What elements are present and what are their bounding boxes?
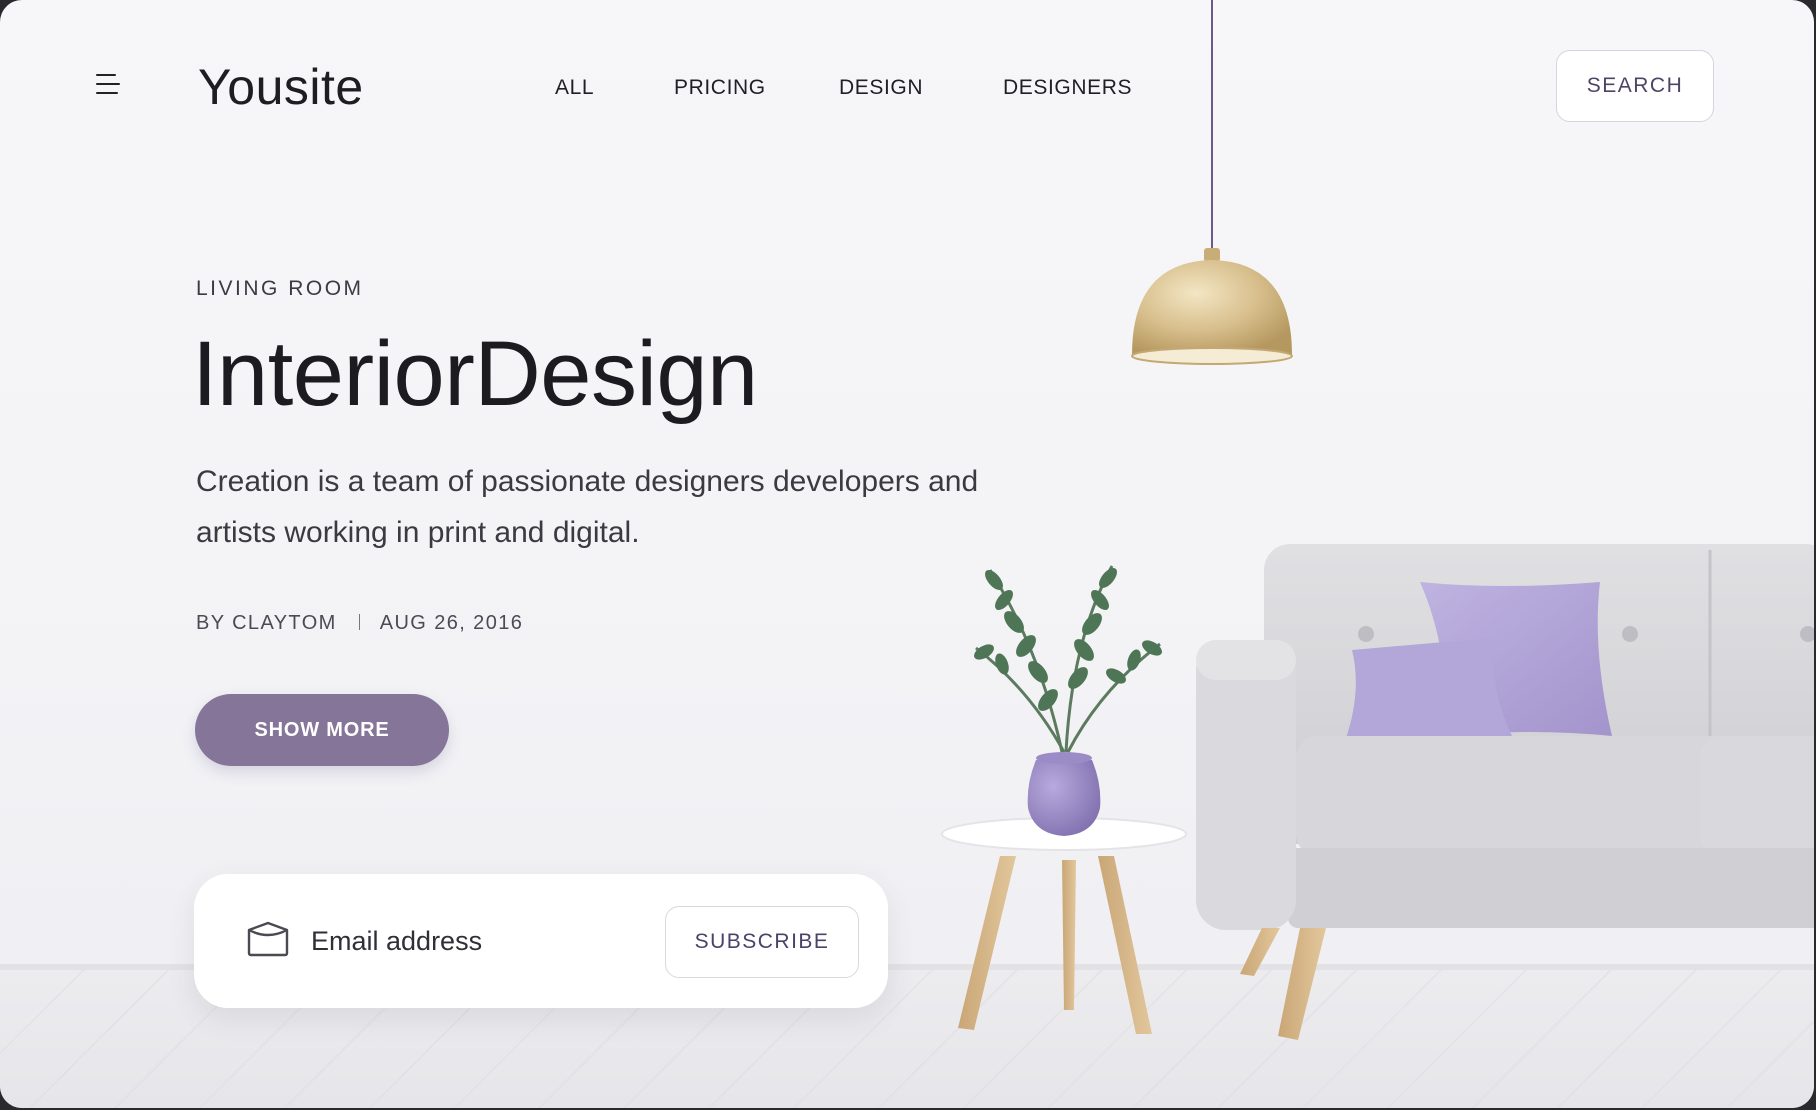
subscribe-card: SUBSCRIBE bbox=[194, 874, 888, 1008]
side-table bbox=[941, 817, 1187, 1034]
sofa bbox=[1196, 544, 1814, 1040]
date-label: AUG 26, 2016 bbox=[379, 612, 524, 634]
subscribe-button[interactable]: SUBSCRIBE bbox=[665, 906, 859, 978]
search-button[interactable]: SEARCH bbox=[1556, 50, 1714, 122]
meta-divider bbox=[358, 614, 360, 630]
email-field[interactable] bbox=[309, 914, 643, 968]
envelope-icon bbox=[247, 921, 289, 957]
post-meta: BY CLAYTOM AUG 26, 2016 bbox=[196, 612, 523, 635]
nav-link-pricing[interactable]: PRICING bbox=[674, 76, 766, 100]
site-logo[interactable]: Yousite bbox=[198, 58, 364, 116]
nav-link-design[interactable]: DESIGN bbox=[839, 76, 923, 100]
page-title: InteriorDesign bbox=[192, 323, 758, 425]
author-label: BY CLAYTOM bbox=[196, 612, 337, 634]
pendant-lamp bbox=[1131, 0, 1293, 365]
nav-link-designers[interactable]: DESIGNERS bbox=[1003, 76, 1132, 100]
nav-link-all[interactable]: ALL bbox=[555, 76, 594, 100]
hero-description: Creation is a team of passionate designe… bbox=[196, 465, 979, 549]
potted-plant bbox=[974, 565, 1162, 836]
category-label: LIVING ROOM bbox=[196, 277, 364, 300]
menu-button[interactable] bbox=[96, 72, 120, 98]
show-more-button[interactable]: SHOW MORE bbox=[195, 694, 449, 766]
hamburger-icon bbox=[96, 74, 116, 76]
page-frame: Yousite ALL PRICING DESIGN DESIGNERS SEA… bbox=[0, 0, 1814, 1108]
